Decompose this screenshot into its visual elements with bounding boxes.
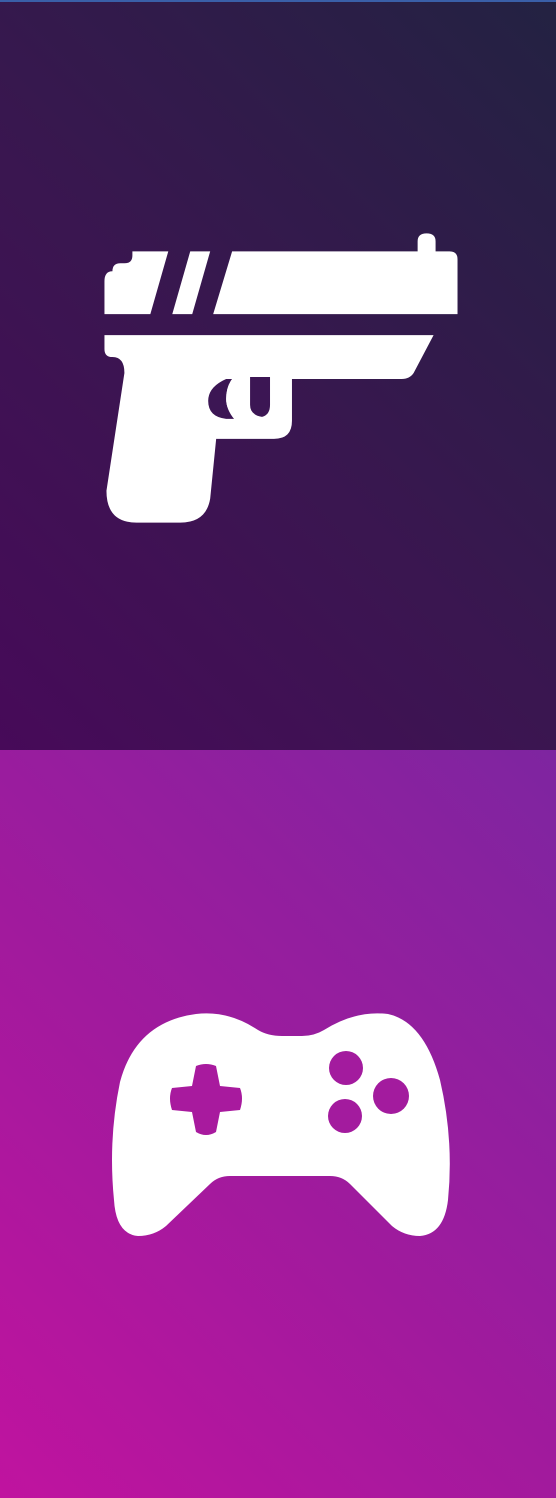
pistol-tile <box>0 0 556 750</box>
gamepad-icon <box>112 1013 450 1236</box>
icon-tiles-page <box>0 0 556 1498</box>
pistol-icon <box>104 233 458 523</box>
gamepad-tile <box>0 750 556 1498</box>
